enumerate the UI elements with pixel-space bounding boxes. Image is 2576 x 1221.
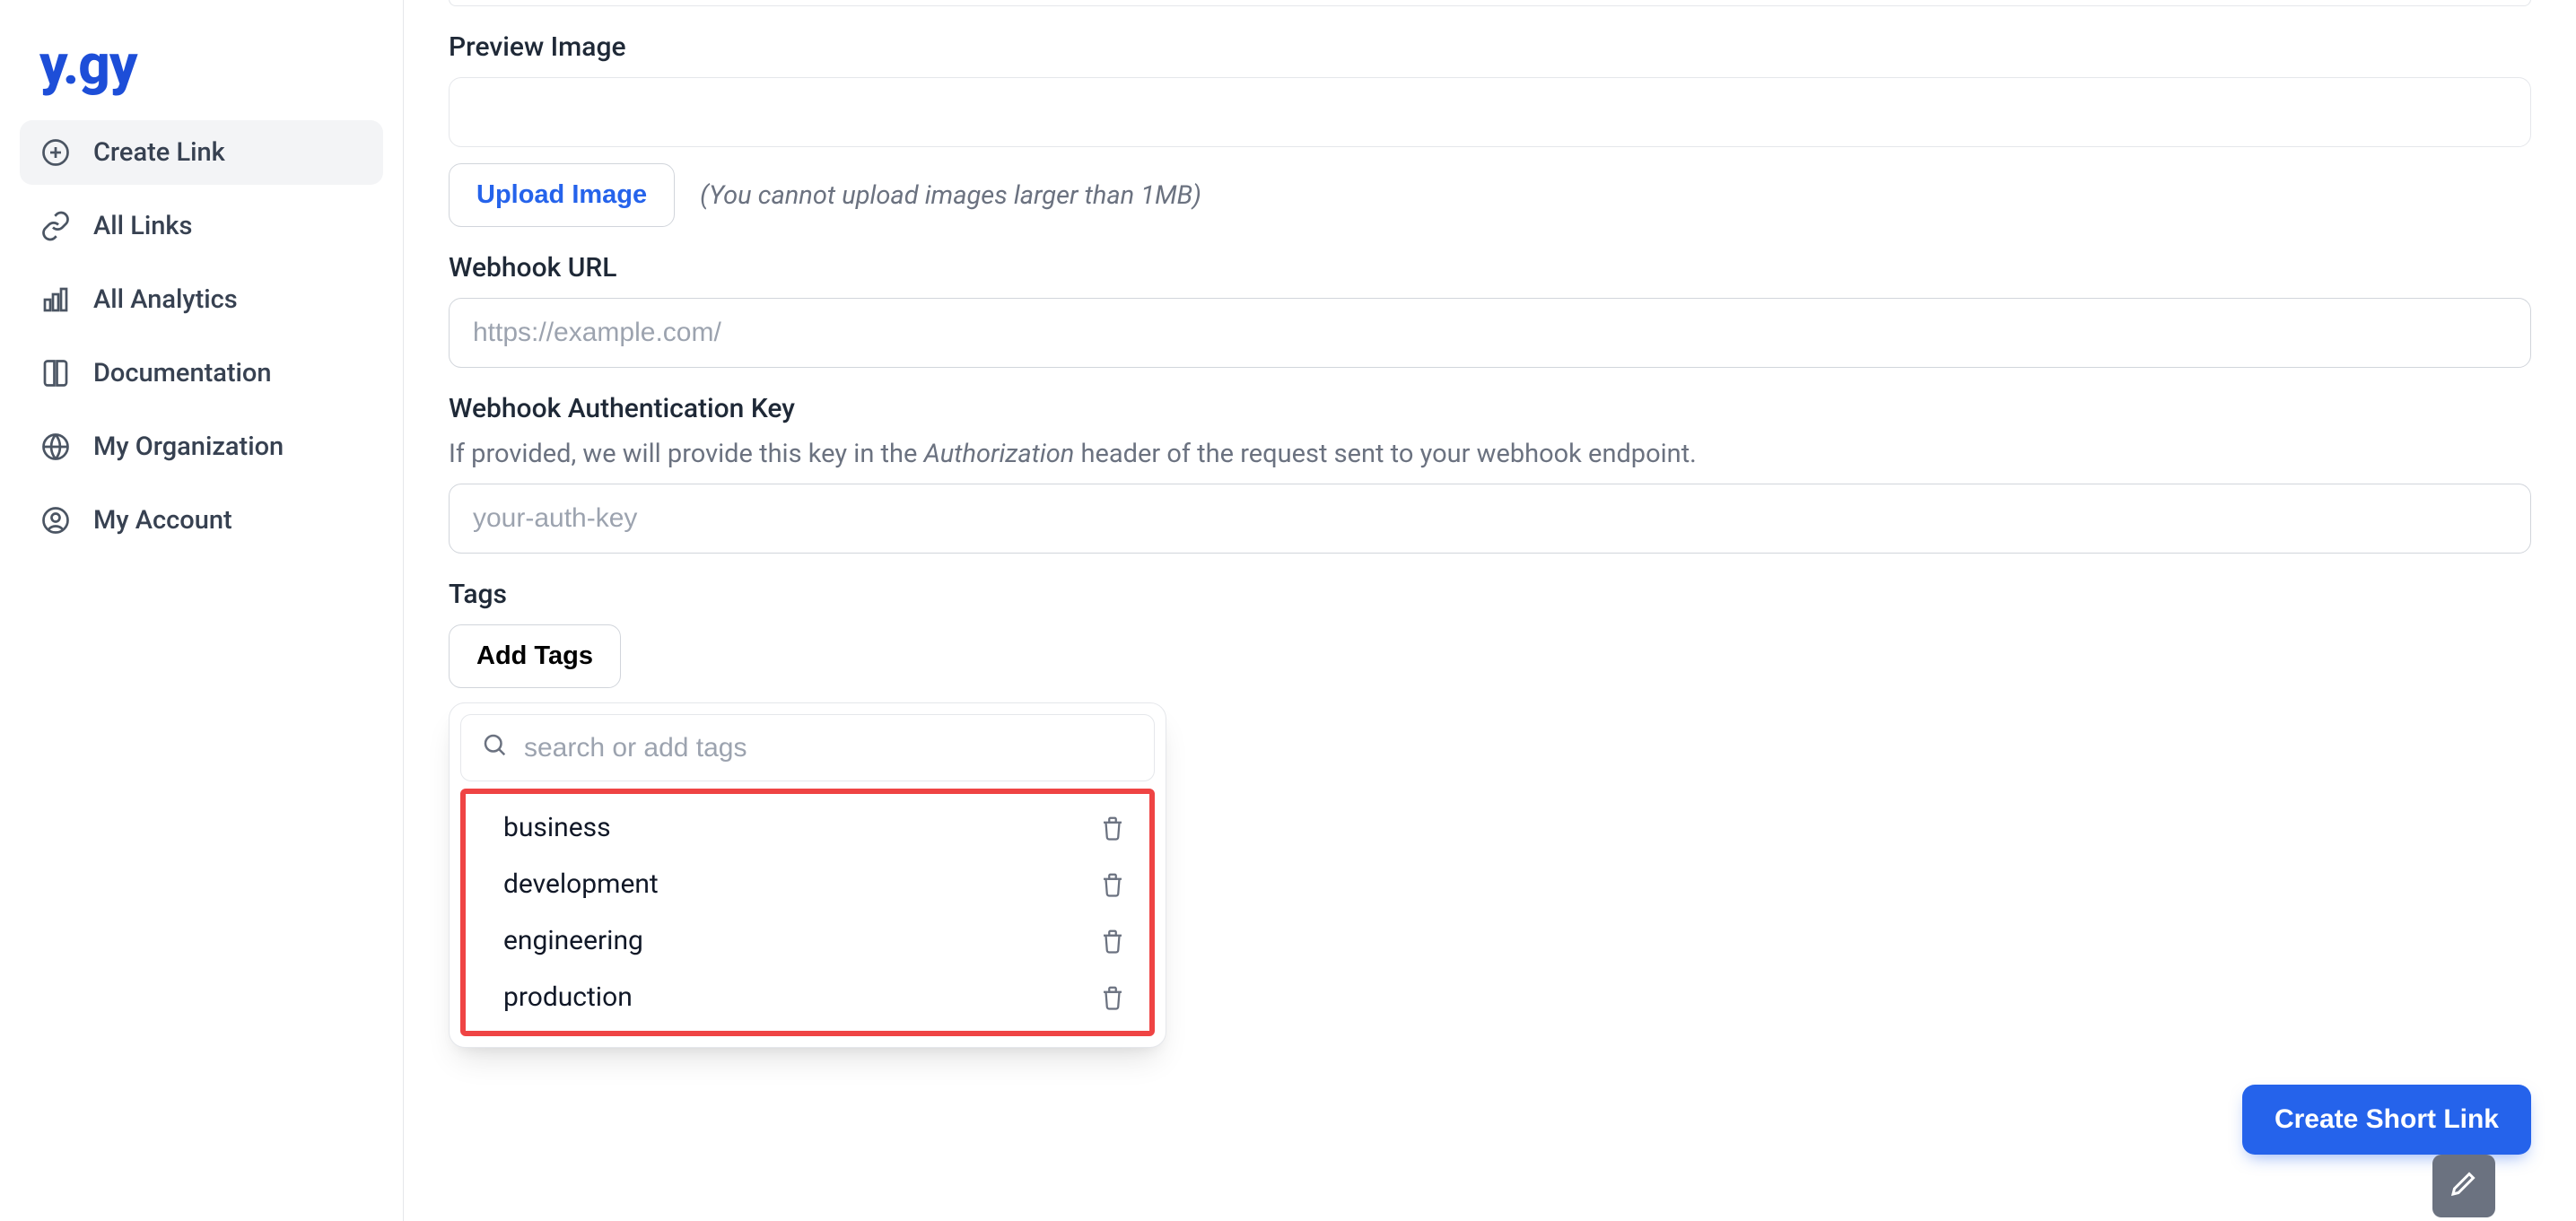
sidebar-item-my-organization[interactable]: My Organization [20, 414, 383, 479]
sidebar-item-label: All Analytics [93, 284, 238, 315]
tag-option-production[interactable]: production [467, 969, 1148, 1025]
tag-option-label: production [503, 981, 633, 1013]
helper-suffix: header of the request sent to your webho… [1074, 439, 1697, 469]
sidebar-item-label: Documentation [93, 358, 272, 388]
sidebar-nav: Create Link All Links All Analytics Docu… [20, 120, 383, 553]
tag-search-input[interactable] [524, 733, 1134, 763]
tag-option-business[interactable]: business [467, 799, 1148, 856]
webhook-auth-label: Webhook Authentication Key [449, 393, 2531, 424]
sidebar-item-my-account[interactable]: My Account [20, 488, 383, 553]
tag-option-development[interactable]: development [467, 856, 1148, 912]
sidebar-item-label: Create Link [93, 137, 225, 168]
sidebar-item-label: All Links [93, 211, 192, 241]
trash-icon[interactable] [1099, 815, 1126, 842]
tag-list-highlight: business development engineering [460, 789, 1155, 1036]
sidebar-item-all-links[interactable]: All Links [20, 194, 383, 258]
plus-circle-icon [39, 136, 72, 169]
bar-chart-icon [39, 283, 72, 316]
preview-image-dropzone[interactable] [449, 77, 2531, 147]
trash-icon[interactable] [1099, 984, 1126, 1011]
previous-card-bottom-edge [449, 0, 2531, 6]
preview-image-label: Preview Image [449, 31, 2531, 63]
add-tags-button[interactable]: Add Tags [449, 624, 621, 688]
section-preview-image: Preview Image Upload Image (You cannot u… [449, 31, 2531, 227]
main-content: Preview Image Upload Image (You cannot u… [404, 0, 2576, 1221]
link-icon [39, 210, 72, 242]
section-webhook-url: Webhook URL [449, 252, 2531, 368]
pencil-icon [2448, 1167, 2480, 1206]
sidebar-item-all-analytics[interactable]: All Analytics [20, 267, 383, 332]
trash-icon[interactable] [1099, 928, 1126, 955]
tag-option-engineering[interactable]: engineering [467, 912, 1148, 969]
sidebar-item-label: My Organization [93, 432, 284, 462]
webhook-url-input[interactable] [449, 298, 2531, 368]
helper-prefix: If provided, we will provide this key in… [449, 439, 924, 469]
webhook-url-label: Webhook URL [449, 252, 2531, 283]
webhook-auth-input[interactable] [449, 484, 2531, 554]
tag-option-label: development [503, 868, 659, 900]
brand-logo: y.gy [39, 38, 383, 93]
book-icon [39, 357, 72, 389]
sidebar-item-documentation[interactable]: Documentation [20, 341, 383, 406]
help-widget[interactable] [2432, 1155, 2495, 1217]
tags-dropdown: business development engineering [449, 702, 1166, 1048]
webhook-auth-helper: If provided, we will provide this key in… [449, 439, 2531, 469]
section-webhook-auth: Webhook Authentication Key If provided, … [449, 393, 2531, 554]
upload-image-note: (You cannot upload images larger than 1M… [700, 180, 1201, 211]
sidebar: y.gy Create Link All Links All Analytics [0, 0, 404, 1221]
create-short-link-button[interactable]: Create Short Link [2242, 1085, 2531, 1155]
upload-image-button[interactable]: Upload Image [449, 163, 675, 227]
tags-label: Tags [449, 579, 2531, 610]
tag-option-label: business [503, 812, 611, 843]
trash-icon[interactable] [1099, 871, 1126, 898]
tag-search[interactable] [460, 714, 1155, 781]
user-circle-icon [39, 504, 72, 536]
sidebar-item-label: My Account [93, 505, 232, 536]
section-tags: Tags Add Tags business [449, 579, 2531, 1048]
sidebar-item-create-link[interactable]: Create Link [20, 120, 383, 185]
tag-option-label: engineering [503, 925, 643, 956]
helper-em: Authorization [924, 439, 1075, 469]
search-icon [481, 731, 508, 764]
globe-icon [39, 431, 72, 463]
